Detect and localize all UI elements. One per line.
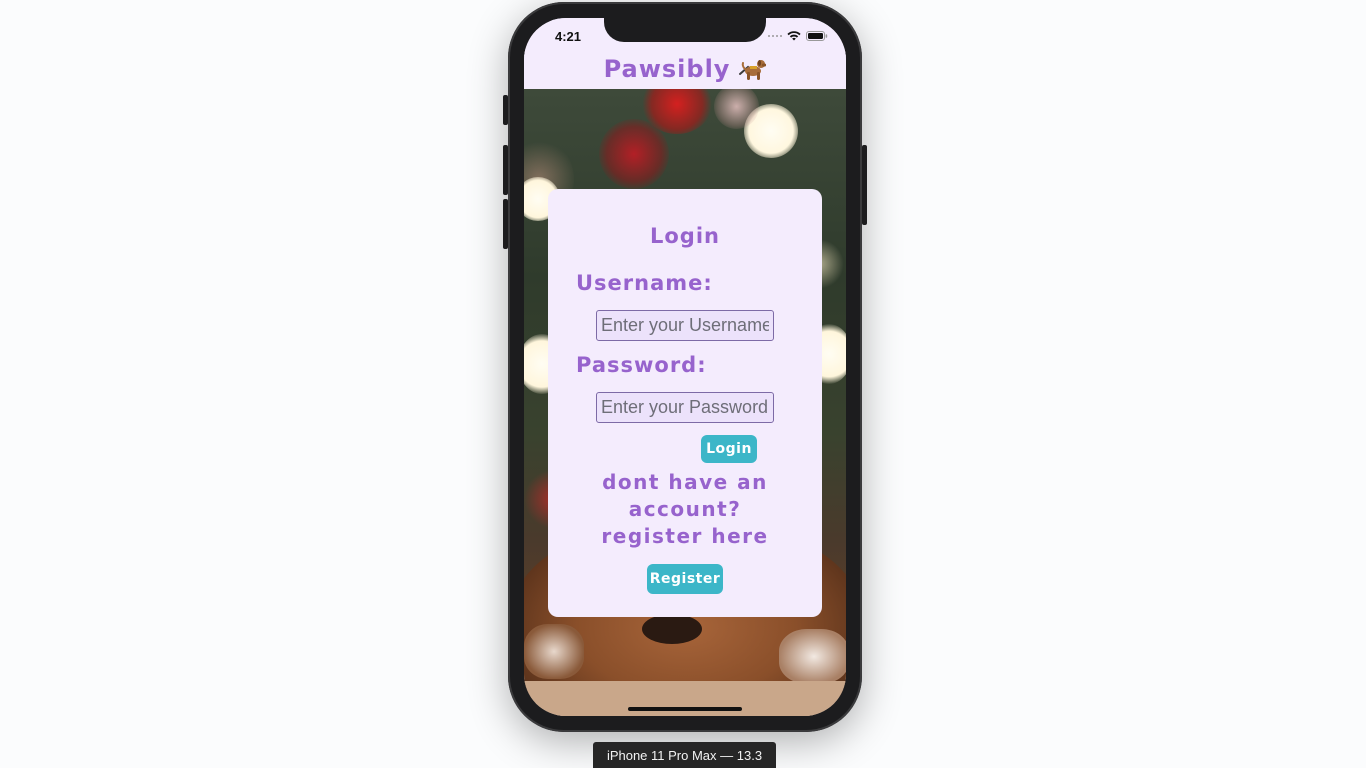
register-button[interactable]: Register: [647, 564, 723, 594]
login-button[interactable]: Login: [701, 435, 757, 463]
password-input[interactable]: [596, 392, 774, 423]
volume-up-button[interactable]: [503, 145, 508, 195]
username-label: Username:: [576, 271, 713, 295]
cellular-signal-icon: [768, 35, 782, 37]
simulator-stage: 4:21 Pawsibly Login Username: Enter your…: [0, 0, 1366, 768]
login-title: Login: [650, 224, 720, 248]
password-label: Password:: [576, 353, 707, 377]
silent-switch: [503, 95, 508, 125]
volume-down-button[interactable]: [503, 199, 508, 249]
status-bar: 4:21: [524, 18, 846, 56]
app-title: Pawsibly: [603, 54, 731, 83]
username-input[interactable]: [596, 310, 774, 341]
battery-icon: [806, 31, 828, 41]
status-icons: [768, 31, 828, 41]
status-time: 4:21: [555, 29, 582, 44]
home-indicator[interactable]: [628, 707, 742, 711]
notch: [604, 18, 766, 42]
phone-frame: 4:21 Pawsibly Login Username: Enter your…: [503, 2, 867, 732]
phone-screen: 4:21 Pawsibly Login Username: Enter your…: [524, 18, 846, 716]
register-prompt: dont have an account? register here: [601, 470, 769, 548]
guide-dog-icon: [739, 59, 767, 80]
device-label: iPhone 11 Pro Max — 13.3: [593, 742, 776, 768]
login-card: Login Username: Password: Login dont hav…: [548, 189, 822, 617]
wifi-icon: [787, 31, 801, 41]
power-button[interactable]: [862, 145, 867, 225]
